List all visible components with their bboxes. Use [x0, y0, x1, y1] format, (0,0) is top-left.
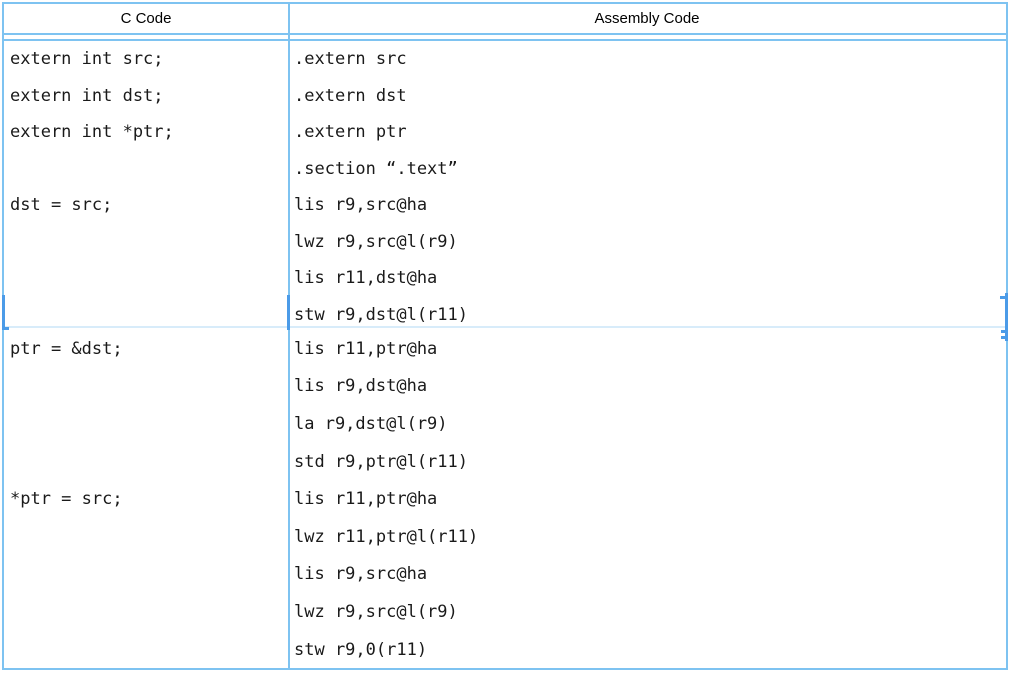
- row-boundary-highlight-left: [2, 295, 5, 330]
- code-line: ptr = &dst;: [10, 330, 288, 368]
- code-line: [10, 518, 288, 556]
- code-line: extern int dst;: [10, 78, 288, 115]
- code-line: lwz r9,src@l(r9): [294, 593, 1006, 631]
- code-line: stw r9,0(r11): [294, 631, 1006, 668]
- table-header-row: C Code Assembly Code: [4, 4, 1006, 35]
- code-line: [10, 260, 288, 297]
- row-boundary-highlight-right: [1005, 293, 1008, 341]
- c-code-cell: extern int src;extern int dst;extern int…: [4, 41, 288, 326]
- code-line: [10, 224, 288, 261]
- code-line: [10, 151, 288, 188]
- code-line: .section “.text”: [294, 151, 1006, 188]
- row-boundary-tick: [1001, 336, 1006, 339]
- code-line: [10, 631, 288, 668]
- c-assembly-code-table: C Code Assembly Code extern int src;exte…: [2, 2, 1008, 670]
- table-row: ptr = &dst;*ptr = src;lis r11,ptr@halis …: [4, 328, 1006, 668]
- header-c-code: C Code: [4, 4, 288, 33]
- code-line: [10, 297, 288, 327]
- code-line: lwz r11,ptr@l(r11): [294, 518, 1006, 556]
- table-row: extern int src;extern int dst;extern int…: [4, 41, 1006, 328]
- row-boundary-tick: [1000, 296, 1006, 299]
- code-line: [10, 368, 288, 406]
- code-line: extern int *ptr;: [10, 114, 288, 151]
- code-line: std r9,ptr@l(r11): [294, 443, 1006, 481]
- code-line: dst = src;: [10, 187, 288, 224]
- row-boundary-highlight-middle: [287, 295, 290, 330]
- code-line: .extern ptr: [294, 114, 1006, 151]
- assembly-code-cell: .extern src.extern dst.extern ptr.sectio…: [288, 41, 1006, 326]
- code-line: lis r11,ptr@ha: [294, 480, 1006, 518]
- table-body: extern int src;extern int dst;extern int…: [4, 41, 1006, 668]
- code-line: [10, 593, 288, 631]
- code-line: [10, 556, 288, 594]
- code-line: la r9,dst@l(r9): [294, 405, 1006, 443]
- header-assembly-code: Assembly Code: [288, 4, 1006, 33]
- code-line: [10, 443, 288, 481]
- row-boundary-tick: [1001, 330, 1006, 333]
- code-line: lwz r9,src@l(r9): [294, 224, 1006, 261]
- code-line: *ptr = src;: [10, 480, 288, 518]
- code-line: lis r9,src@ha: [294, 556, 1006, 594]
- code-line: extern int src;: [10, 41, 288, 78]
- code-line: lis r11,ptr@ha: [294, 330, 1006, 368]
- code-line: .extern dst: [294, 78, 1006, 115]
- code-line: lis r9,dst@ha: [294, 368, 1006, 406]
- code-line: lis r9,src@ha: [294, 187, 1006, 224]
- row-boundary-tick: [2, 327, 9, 330]
- c-code-cell: ptr = &dst; *ptr = src;: [4, 328, 288, 668]
- document-page: C Code Assembly Code extern int src;exte…: [0, 0, 1013, 676]
- assembly-code-cell: lis r11,ptr@halis r9,dst@hala r9,dst@l(r…: [288, 328, 1006, 668]
- column-divider: [288, 4, 290, 668]
- code-line: [10, 405, 288, 443]
- code-line: stw r9,dst@l(r11): [294, 297, 1006, 327]
- code-line: .extern src: [294, 41, 1006, 78]
- code-line: lis r11,dst@ha: [294, 260, 1006, 297]
